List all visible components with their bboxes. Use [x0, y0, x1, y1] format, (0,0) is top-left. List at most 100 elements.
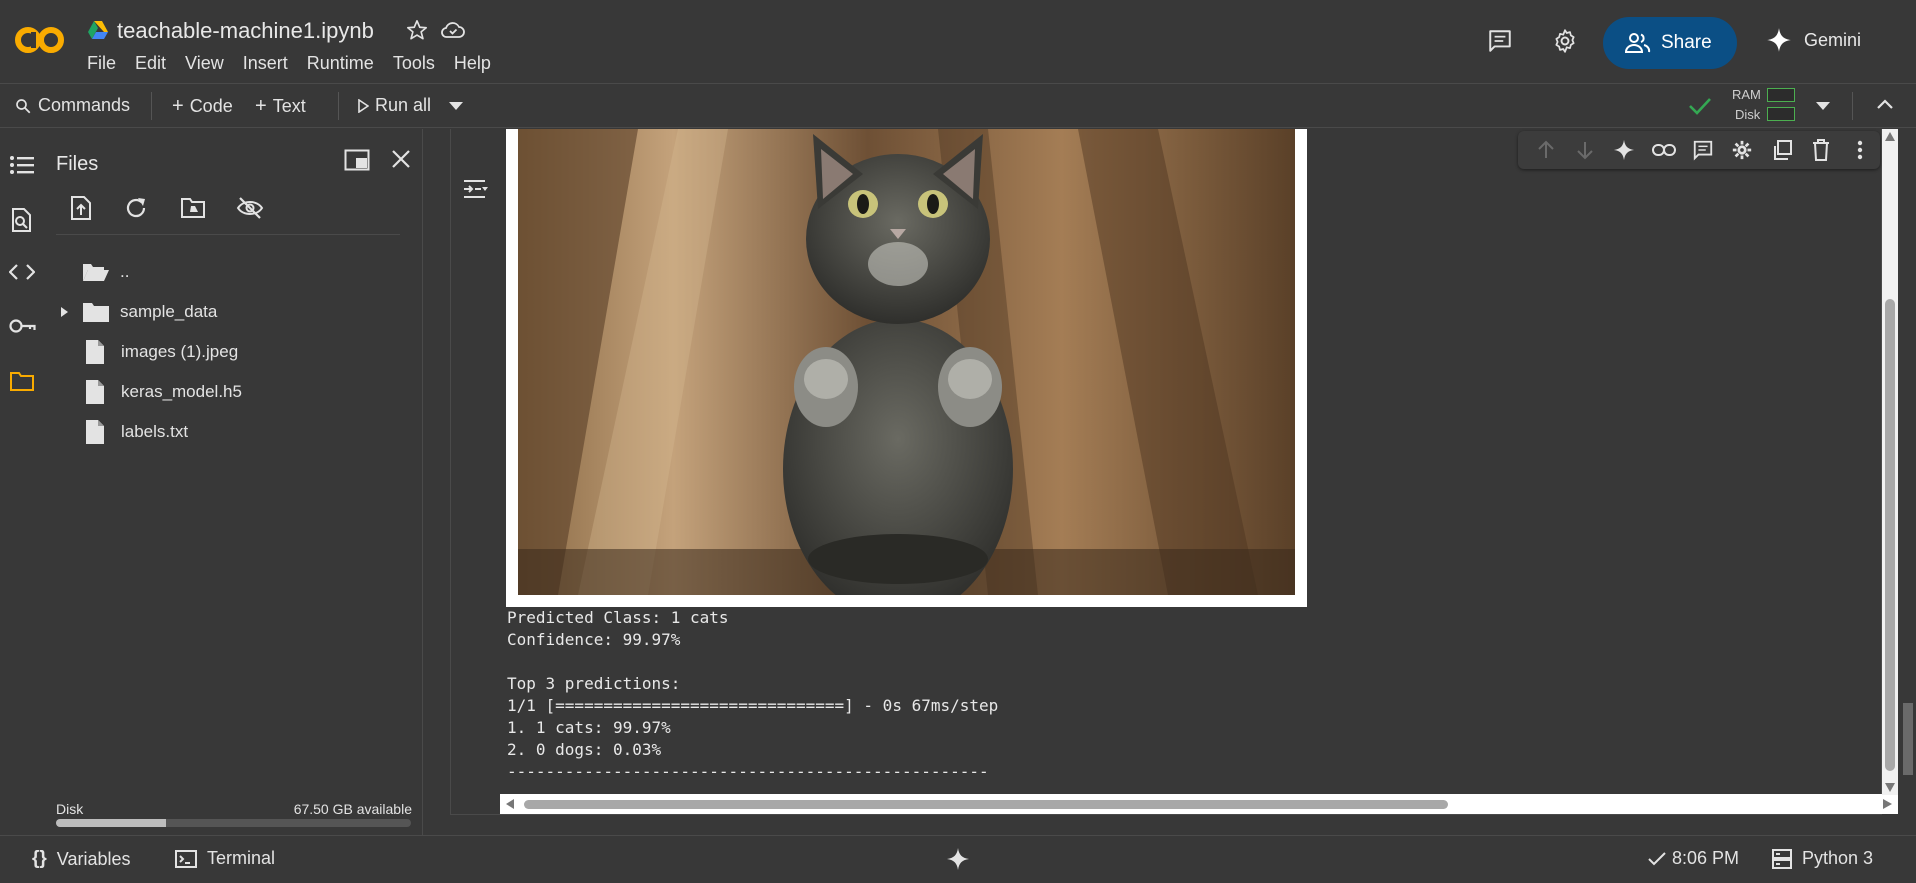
- vertical-scroll-thumb[interactable]: [1885, 299, 1895, 771]
- disk-usage-fill: [56, 819, 167, 827]
- cat-image: [518, 129, 1295, 595]
- settings-icon[interactable]: [1552, 28, 1578, 54]
- horizontal-scroll-thumb[interactable]: [524, 800, 1448, 809]
- menu-runtime[interactable]: Runtime: [307, 53, 374, 74]
- output-separator: ----------------------------------------…: [507, 762, 989, 781]
- output-actions-icon[interactable]: [463, 178, 489, 200]
- tree-item-label: labels.txt: [121, 422, 189, 441]
- play-icon: [358, 98, 369, 113]
- delete-cell-icon[interactable]: [1801, 139, 1840, 161]
- connected-check-icon[interactable]: [1688, 96, 1712, 116]
- open-in-tab-icon[interactable]: [344, 149, 370, 171]
- tree-item-sample-data[interactable]: sample_data: [58, 295, 217, 329]
- tree-item-label: images (1).jpeg: [121, 342, 239, 361]
- search-icon: [16, 98, 31, 113]
- gemini-spark-icon[interactable]: [1605, 139, 1644, 161]
- output-confidence: Confidence: 99.97%: [507, 630, 681, 649]
- add-code-button[interactable]: + Code: [172, 95, 233, 118]
- star-icon[interactable]: [406, 19, 428, 41]
- link-icon[interactable]: [1644, 143, 1683, 157]
- disk-usage-bar: [56, 819, 411, 827]
- tree-item-label: ..: [120, 262, 130, 281]
- variables-button[interactable]: {} Variables: [32, 848, 131, 870]
- resources-dropdown[interactable]: [1816, 102, 1830, 110]
- cloud-saved-icon[interactable]: [440, 19, 466, 41]
- ram-label: RAM: [1732, 87, 1761, 102]
- more-options-icon[interactable]: [1841, 140, 1880, 160]
- cell-toolbar: [1518, 131, 1880, 169]
- tree-item-label: sample_data: [120, 302, 218, 321]
- move-cell-up-icon[interactable]: [1526, 140, 1565, 160]
- table-of-contents-icon[interactable]: [9, 154, 35, 176]
- page-scrollbar[interactable]: [1900, 129, 1916, 835]
- tree-item-label: keras_model.h5: [121, 382, 242, 401]
- gemini-button[interactable]: Gemini: [1766, 27, 1861, 53]
- scroll-down-icon[interactable]: [1885, 783, 1895, 792]
- mount-drive-icon[interactable]: [180, 197, 206, 219]
- menu-file[interactable]: File: [87, 53, 116, 74]
- run-all-label: Run all: [375, 95, 432, 115]
- notebook-title[interactable]: teachable-machine1.ipynb: [117, 18, 374, 44]
- ram-meter[interactable]: [1767, 88, 1795, 102]
- gemini-spark-icon[interactable]: [946, 847, 970, 871]
- terminal-button[interactable]: Terminal: [175, 848, 275, 869]
- disk-available: 67.50 GB available: [293, 801, 412, 817]
- menu-tools[interactable]: Tools: [393, 53, 435, 74]
- comment-icon[interactable]: [1487, 28, 1513, 54]
- caret-down-icon: [1816, 102, 1830, 110]
- find-replace-icon[interactable]: [9, 207, 33, 233]
- folder-open-icon: [83, 264, 109, 281]
- scroll-right-icon[interactable]: [1883, 799, 1892, 809]
- google-drive-icon: [87, 20, 109, 40]
- file-icon: [86, 340, 104, 364]
- cell-settings-icon[interactable]: [1723, 139, 1762, 161]
- kernel-button[interactable]: Python 3: [1772, 848, 1873, 869]
- menu-edit[interactable]: Edit: [135, 53, 166, 74]
- page-scroll-thumb[interactable]: [1903, 703, 1913, 775]
- notebook-toolbar: Commands + Code + Text Run all: [0, 84, 1916, 128]
- output-horizontal-scrollbar[interactable]: [500, 794, 1898, 814]
- hide-files-eye-icon[interactable]: [236, 196, 264, 220]
- colab-logo[interactable]: [14, 22, 66, 58]
- commands-label: Commands: [38, 95, 131, 115]
- upload-file-icon[interactable]: [70, 195, 92, 221]
- close-icon[interactable]: [391, 149, 411, 169]
- commands-button[interactable]: Commands: [14, 95, 130, 116]
- add-text-button[interactable]: + Text: [255, 95, 306, 118]
- code-snippets-icon[interactable]: [9, 263, 35, 281]
- top-header: teachable-machine1.ipynb File Edit View …: [0, 0, 1916, 84]
- files-folder-icon[interactable]: [9, 370, 35, 392]
- disk-label: Disk: [56, 801, 84, 817]
- output-prediction-2: 2. 0 dogs: 0.03%: [507, 740, 662, 759]
- plus-icon: +: [172, 95, 184, 117]
- tree-item-parent[interactable]: ..: [82, 255, 129, 289]
- disk-meter[interactable]: [1767, 107, 1795, 121]
- execution-status[interactable]: 8:06 PM: [1648, 848, 1739, 869]
- scroll-left-icon[interactable]: [506, 799, 515, 809]
- comment-icon[interactable]: [1683, 139, 1722, 161]
- menu-help[interactable]: Help: [454, 53, 491, 74]
- collapse-header-icon[interactable]: [1876, 98, 1894, 110]
- left-rail: [0, 129, 44, 835]
- tree-item-images-jpeg[interactable]: images (1).jpeg: [85, 335, 238, 369]
- expand-arrow-icon[interactable]: [58, 306, 70, 318]
- move-cell-down-icon[interactable]: [1565, 140, 1604, 160]
- secrets-key-icon[interactable]: [9, 317, 37, 335]
- menu-view[interactable]: View: [185, 53, 224, 74]
- output-image-frame: [506, 129, 1307, 607]
- output-vertical-scrollbar[interactable]: [1882, 129, 1898, 795]
- tree-item-labels-txt[interactable]: labels.txt: [85, 415, 188, 449]
- toolbar-divider: [1852, 92, 1853, 120]
- share-button[interactable]: Share: [1603, 17, 1737, 69]
- mirror-cell-icon[interactable]: [1762, 139, 1801, 161]
- toolbar-divider: [338, 92, 339, 120]
- run-all-button[interactable]: Run all: [357, 95, 431, 116]
- server-icon: [1772, 848, 1792, 869]
- refresh-icon[interactable]: [124, 196, 148, 220]
- tree-item-keras-model[interactable]: keras_model.h5: [85, 375, 242, 409]
- run-options-dropdown[interactable]: [449, 102, 463, 110]
- folder-icon: [83, 303, 109, 322]
- scroll-up-icon[interactable]: [1885, 132, 1895, 141]
- menu-insert[interactable]: Insert: [243, 53, 288, 74]
- code-label: Code: [189, 96, 233, 116]
